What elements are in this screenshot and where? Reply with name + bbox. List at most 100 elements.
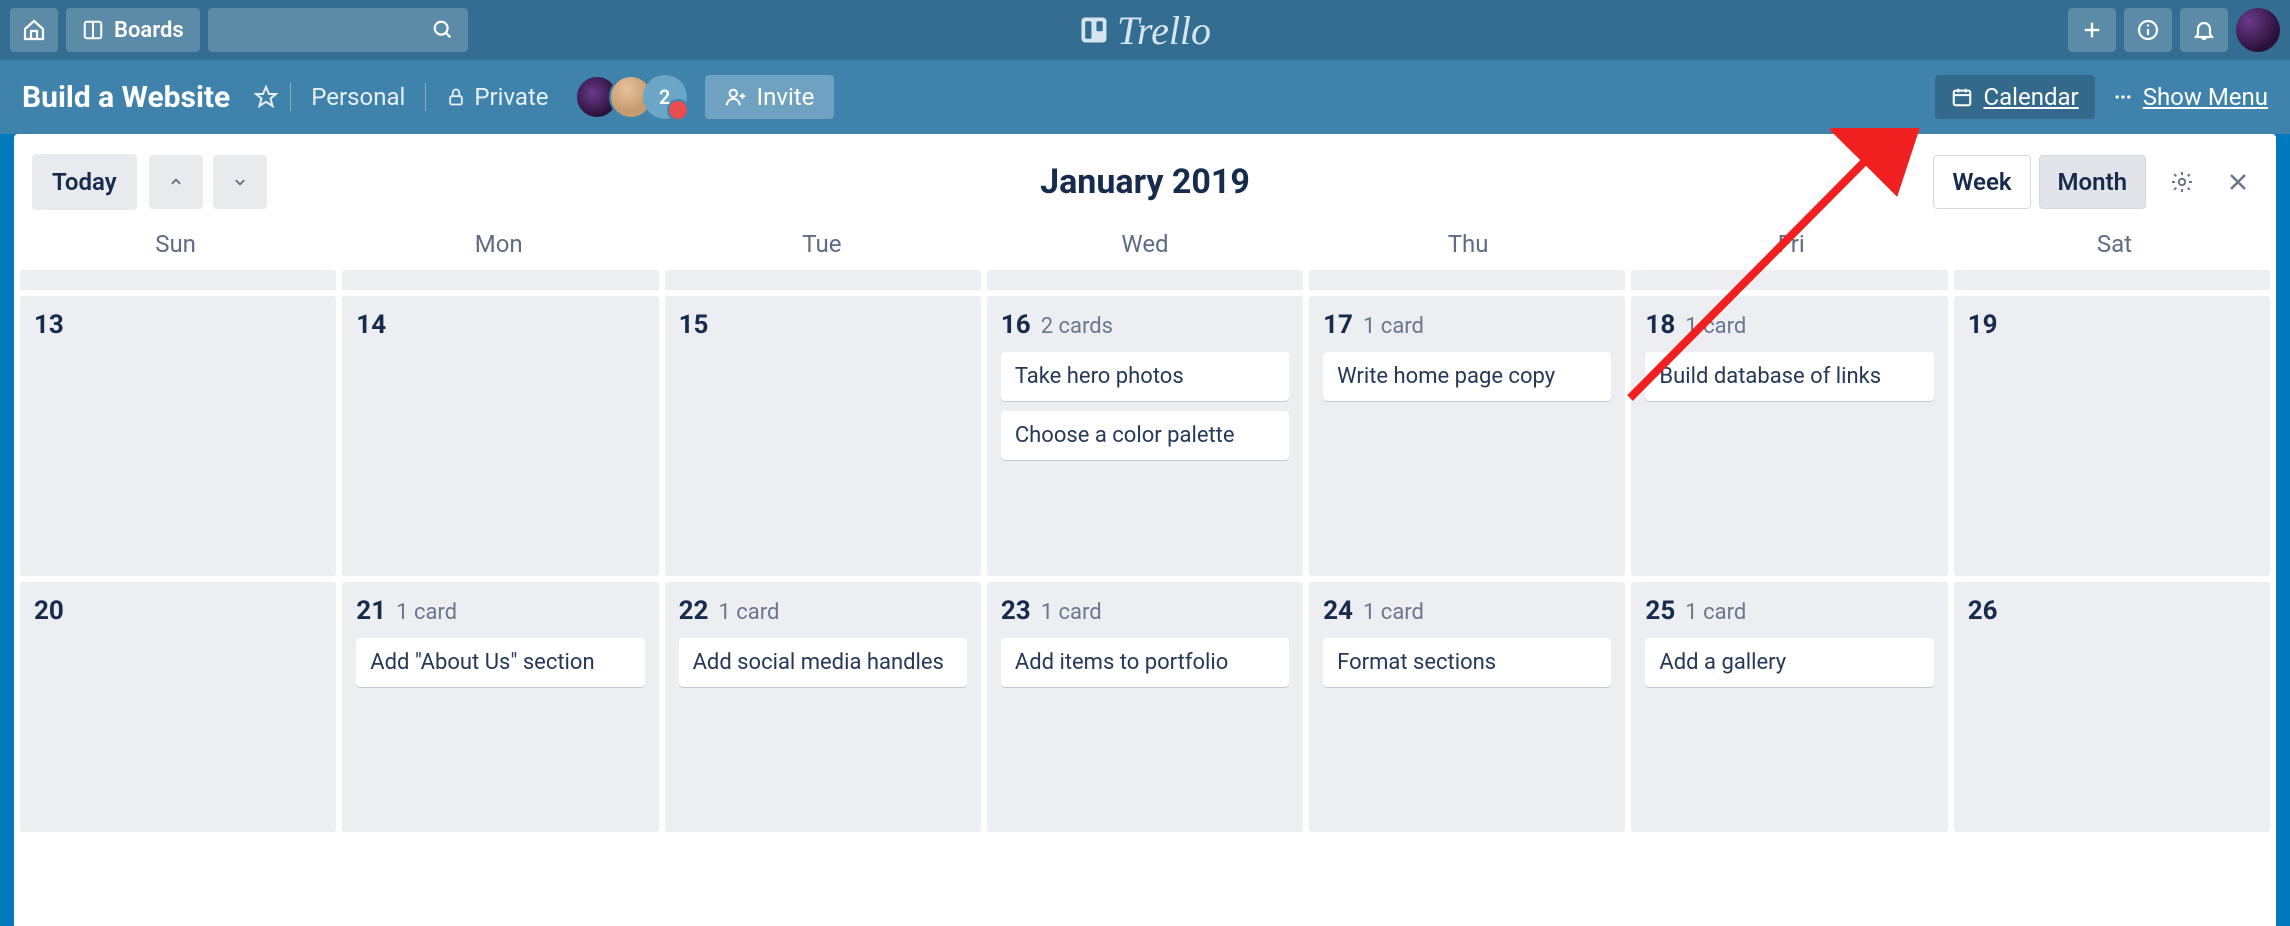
- day-header: Thu: [1307, 230, 1630, 258]
- nav-buttons: [149, 155, 267, 209]
- calendar-grid: 13 14 15 16 2 cards Take hero photos Choo…: [14, 270, 2276, 832]
- chevron-up-icon: [169, 172, 183, 192]
- member-count-badge[interactable]: 2: [643, 75, 687, 119]
- day-number: 14: [356, 310, 386, 340]
- calendar-day-cell[interactable]: 211 card Add "About Us" section: [342, 582, 658, 832]
- day-header: Sun: [14, 230, 337, 258]
- calendar-card[interactable]: Add "About Us" section: [356, 638, 644, 687]
- week-view-button[interactable]: Week: [1933, 155, 2030, 209]
- card-count: 1 card: [1041, 600, 1102, 625]
- day-number: 22: [679, 596, 709, 626]
- prev-button[interactable]: [149, 155, 203, 209]
- calendar-day-cell[interactable]: 14: [342, 296, 658, 576]
- team-label: Personal: [311, 83, 405, 111]
- plus-icon: [2081, 19, 2103, 41]
- visibility-label: Private: [474, 83, 548, 111]
- calendar-label: Calendar: [1983, 83, 2078, 111]
- card-count: 1 card: [1363, 600, 1424, 625]
- team-button[interactable]: Personal: [295, 75, 421, 119]
- calendar-day-cell[interactable]: 17 1 card Write home page copy: [1309, 296, 1625, 576]
- profile-avatar[interactable]: [2236, 8, 2280, 52]
- home-button[interactable]: [10, 8, 58, 52]
- global-header: Boards Trello: [0, 0, 2290, 60]
- prev-week-stub: [14, 270, 2276, 290]
- calendar-day-cell[interactable]: 221 card Add social media handles: [665, 582, 981, 832]
- calendar-day-cell[interactable]: 23 1 card Add items to portfolio: [987, 582, 1303, 832]
- day-header: Wed: [983, 230, 1306, 258]
- calendar-panel: Today January 2019 Week Month Sun Mon Tu…: [14, 134, 2276, 926]
- board-members[interactable]: 2: [575, 75, 687, 119]
- star-icon: [254, 85, 278, 109]
- calendar-toolbar: Today January 2019 Week Month: [14, 134, 2276, 222]
- add-user-icon: [725, 86, 747, 108]
- home-icon: [22, 18, 46, 42]
- app-logo[interactable]: Trello: [1079, 7, 1211, 54]
- calendar-card[interactable]: Add items to portfolio: [1001, 638, 1289, 687]
- calendar-week-row: 20 211 card Add "About Us" section 221 c…: [14, 582, 2276, 832]
- board-title: Build a Website: [22, 80, 230, 115]
- gear-icon: [2170, 170, 2194, 194]
- info-button[interactable]: [2124, 8, 2172, 52]
- close-calendar-button[interactable]: [2218, 162, 2258, 202]
- calendar-day-cell[interactable]: 25 1 card Add a gallery: [1631, 582, 1947, 832]
- create-button[interactable]: [2068, 8, 2116, 52]
- star-board-button[interactable]: [246, 75, 286, 119]
- day-header: Sat: [1953, 230, 2276, 258]
- invite-label: Invite: [757, 83, 815, 111]
- logo-text: Trello: [1117, 7, 1211, 54]
- invite-button[interactable]: Invite: [705, 75, 835, 119]
- day-header: Mon: [337, 230, 660, 258]
- day-number: 17: [1323, 310, 1353, 340]
- trello-icon: [1079, 15, 1109, 45]
- board-header-right: Calendar Show Menu: [1935, 75, 2268, 119]
- calendar-day-cell[interactable]: 15: [665, 296, 981, 576]
- calendar-day-cell[interactable]: 26: [1954, 582, 2270, 832]
- calendar-card[interactable]: Build database of links: [1645, 352, 1933, 401]
- show-menu-button[interactable]: Show Menu: [2113, 83, 2268, 111]
- month-view-button[interactable]: Month: [2039, 155, 2146, 209]
- search-input[interactable]: [208, 8, 468, 52]
- chevron-down-icon: [233, 172, 247, 192]
- day-number: 26: [1968, 596, 1998, 626]
- day-header: Fri: [1630, 230, 1953, 258]
- day-number: 19: [1968, 310, 1998, 340]
- calendar-icon: [1951, 86, 1973, 108]
- card-count: 1 card: [1685, 600, 1746, 625]
- calendar-card[interactable]: Add a gallery: [1645, 638, 1933, 687]
- calendar-day-cell[interactable]: 13: [20, 296, 336, 576]
- day-number: 23: [1001, 596, 1031, 626]
- calendar-settings-button[interactable]: [2162, 162, 2202, 202]
- card-count: 1 card: [1363, 314, 1424, 339]
- day-number: 21: [356, 596, 386, 626]
- card-count: 2 cards: [1041, 314, 1113, 339]
- visibility-button[interactable]: Private: [430, 75, 564, 119]
- calendar-card[interactable]: Write home page copy: [1323, 352, 1611, 401]
- calendar-card[interactable]: Take hero photos: [1001, 352, 1289, 401]
- calendar-day-cell[interactable]: 19: [1954, 296, 2270, 576]
- header-right-group: [2068, 8, 2280, 52]
- divider: [290, 83, 291, 111]
- calendar-day-cell[interactable]: 20: [20, 582, 336, 832]
- day-headers-row: Sun Mon Tue Wed Thu Fri Sat: [14, 222, 2276, 270]
- divider: [425, 83, 426, 111]
- boards-button[interactable]: Boards: [66, 8, 200, 52]
- notifications-button[interactable]: [2180, 8, 2228, 52]
- calendar-day-cell[interactable]: 241 card Format sections: [1309, 582, 1625, 832]
- view-switcher: Week Month: [1933, 155, 2258, 209]
- day-number: 18: [1645, 310, 1675, 340]
- calendar-day-cell[interactable]: 16 2 cards Take hero photos Choose a colo…: [987, 296, 1303, 576]
- header-left-group: Boards: [10, 8, 468, 52]
- board-header: Build a Website Personal Private 2 Invit…: [0, 60, 2290, 134]
- next-button[interactable]: [213, 155, 267, 209]
- close-icon: [2226, 170, 2250, 194]
- day-number: 25: [1645, 596, 1675, 626]
- lock-icon: [446, 87, 466, 107]
- calendar-card[interactable]: Add social media handles: [679, 638, 967, 687]
- calendar-day-cell[interactable]: 181 card Build database of links: [1631, 296, 1947, 576]
- calendar-card[interactable]: Choose a color palette: [1001, 411, 1289, 460]
- calendar-card[interactable]: Format sections: [1323, 638, 1611, 687]
- today-button[interactable]: Today: [32, 154, 137, 210]
- day-number: 16: [1001, 310, 1031, 340]
- calendar-powerup-button[interactable]: Calendar: [1935, 75, 2094, 119]
- day-header: Tue: [660, 230, 983, 258]
